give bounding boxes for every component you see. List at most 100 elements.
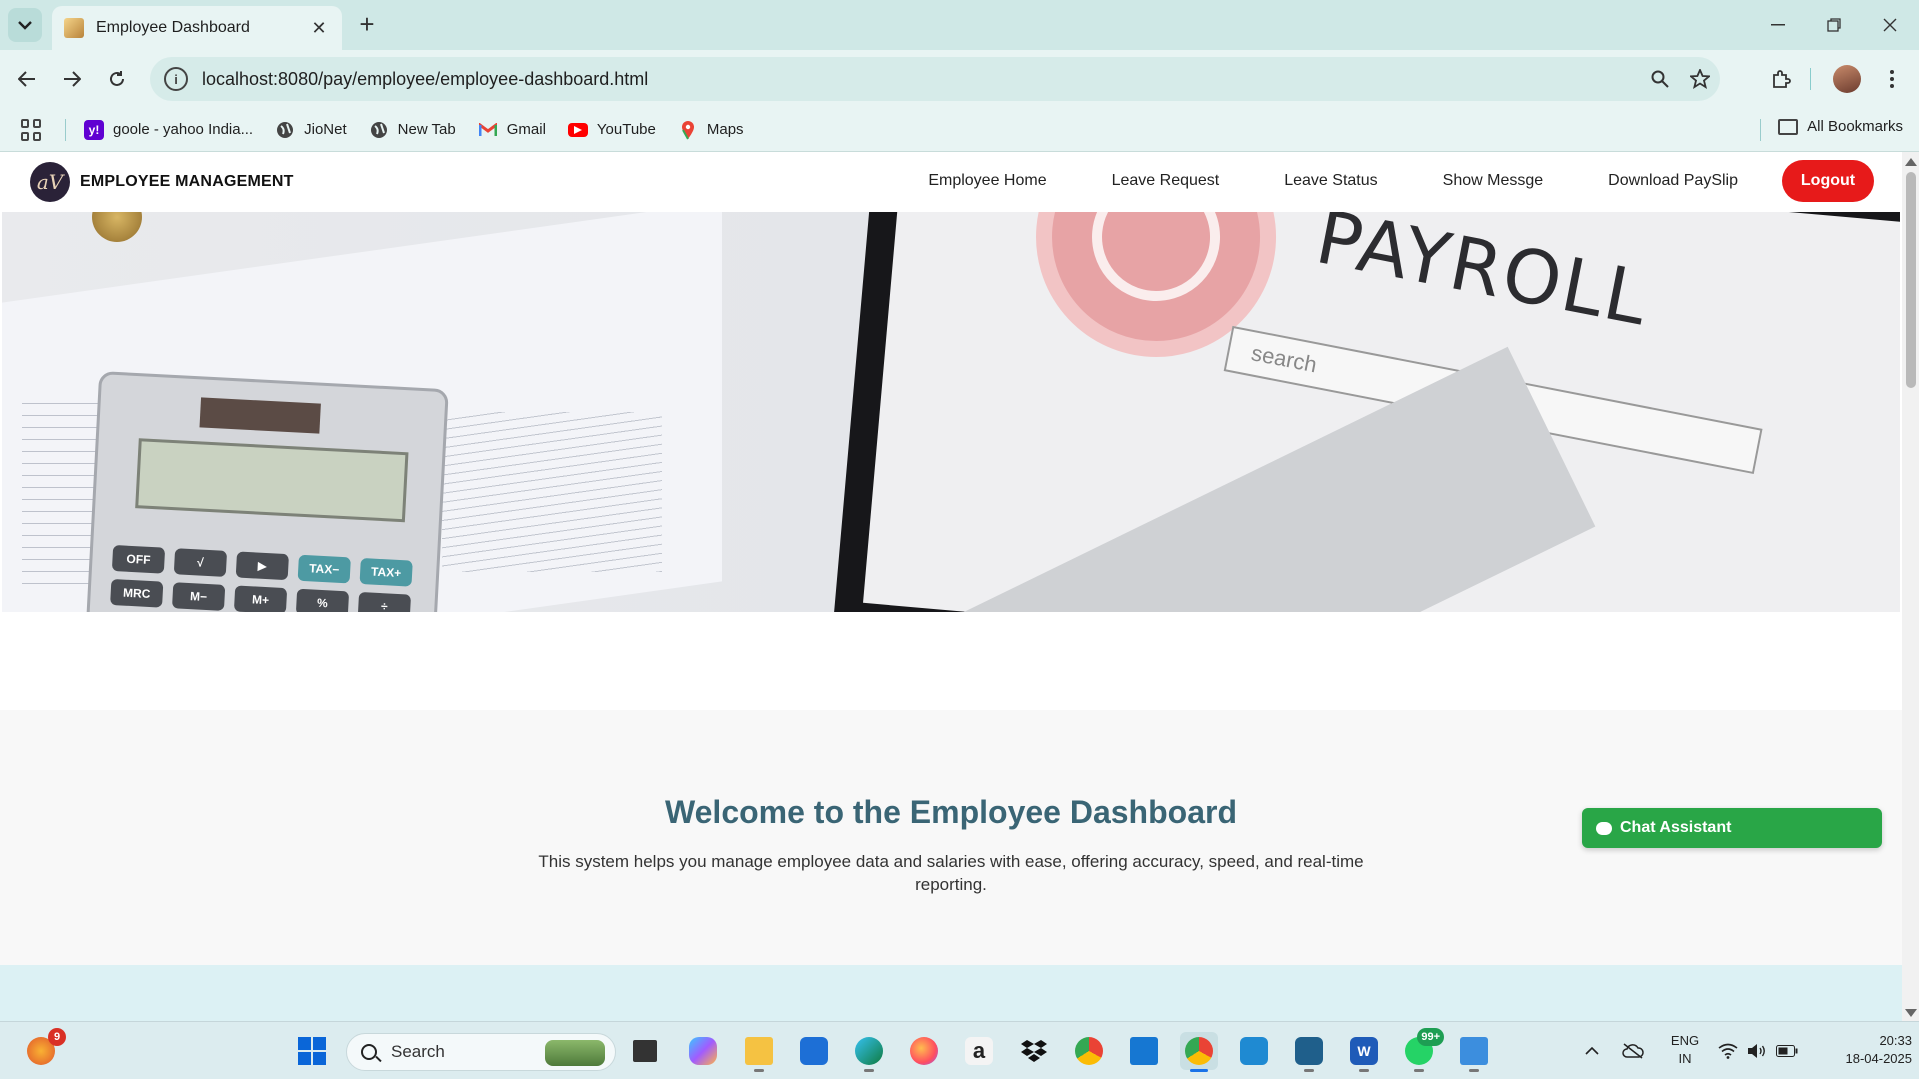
puzzle-icon xyxy=(1773,70,1791,88)
wifi-status[interactable] xyxy=(1716,1022,1740,1079)
all-bookmarks-button[interactable]: All Bookmarks xyxy=(1778,118,1903,135)
calculator-illustration: OFF √ ▶ TAX− TAX+ MRC M− M+ % ÷ xyxy=(85,371,449,612)
chat-assistant-button[interactable]: Chat Assistant xyxy=(1582,808,1882,848)
close-icon xyxy=(1883,18,1897,32)
scrollbar-thumb[interactable] xyxy=(1906,172,1916,388)
amazon-button[interactable]: a xyxy=(960,1032,998,1070)
all-bookmarks-label: All Bookmarks xyxy=(1807,118,1903,135)
scroll-up-arrow-icon[interactable] xyxy=(1905,158,1917,166)
extensions-button[interactable] xyxy=(1763,61,1799,97)
taskbar-search[interactable]: Search xyxy=(346,1033,616,1071)
calculator-key: √ xyxy=(173,548,228,577)
favicon-icon xyxy=(64,18,84,38)
zoom-icon[interactable] xyxy=(1640,61,1680,97)
chevron-up-icon xyxy=(1585,1047,1599,1055)
weather-widget[interactable]: 9 xyxy=(22,1028,66,1070)
apps-grid-icon[interactable] xyxy=(21,118,43,141)
chrome-button[interactable] xyxy=(1070,1032,1108,1070)
word-button[interactable]: W xyxy=(1345,1032,1383,1072)
bookmark-new-tab[interactable]: New Tab xyxy=(369,120,456,140)
reload-button[interactable] xyxy=(100,62,134,96)
logo[interactable]: aV xyxy=(30,162,70,202)
show-hidden-icons-button[interactable] xyxy=(1580,1022,1604,1079)
mysql-workbench-button[interactable] xyxy=(1290,1032,1328,1072)
toolbar-divider xyxy=(1810,68,1811,90)
page-scrollbar[interactable] xyxy=(1902,152,1919,1021)
nav-employee-home[interactable]: Employee Home xyxy=(928,172,1046,190)
close-window-button[interactable] xyxy=(1862,8,1918,42)
chevron-down-icon xyxy=(18,21,32,30)
notepad-button[interactable] xyxy=(1455,1032,1493,1072)
site-info-icon[interactable]: i xyxy=(164,67,188,91)
battery-status[interactable] xyxy=(1774,1022,1800,1079)
calculator-solar-panel xyxy=(199,397,321,434)
browser-tab-active[interactable]: Employee Dashboard ✕ xyxy=(52,6,342,50)
calculator-key: M− xyxy=(171,582,226,611)
firefox-button[interactable] xyxy=(905,1032,943,1070)
running-indicator xyxy=(1359,1069,1369,1072)
bookmark-star-icon[interactable] xyxy=(1680,61,1720,97)
features-section xyxy=(0,965,1902,1021)
chrome-profile-button[interactable] xyxy=(1180,1032,1218,1072)
edge-button[interactable] xyxy=(850,1032,888,1072)
task-view-button[interactable] xyxy=(626,1032,664,1070)
tab-search-button[interactable] xyxy=(8,8,42,42)
yahoo-icon: y! xyxy=(84,119,104,140)
restore-button[interactable] xyxy=(1806,8,1862,42)
active-indicator xyxy=(1190,1069,1208,1072)
bookmark-gmail[interactable]: Gmail xyxy=(478,120,546,140)
file-explorer-button[interactable] xyxy=(740,1032,778,1072)
globe-icon xyxy=(369,120,389,140)
whatsapp-button[interactable]: 99+ xyxy=(1400,1028,1444,1072)
copilot-button[interactable] xyxy=(684,1032,722,1070)
remote-desktop-button[interactable] xyxy=(1125,1032,1163,1070)
nav-leave-status[interactable]: Leave Status xyxy=(1284,172,1377,190)
back-button[interactable] xyxy=(10,62,44,96)
region-code: IN xyxy=(1678,1051,1692,1066)
language-code: ENG xyxy=(1670,1033,1700,1048)
menu-button[interactable] xyxy=(1874,61,1910,97)
bookmark-maps[interactable]: Maps xyxy=(678,120,744,140)
address-bar[interactable]: i localhost:8080/pay/employee/employee-d… xyxy=(150,57,1720,101)
nav-leave-request[interactable]: Leave Request xyxy=(1112,172,1220,190)
system-clock[interactable]: 20:33 18-04-2025 xyxy=(1812,1032,1913,1068)
paper-text-lines xyxy=(442,412,662,572)
url-text[interactable]: localhost:8080/pay/employee/employee-das… xyxy=(202,69,1640,90)
profile-button[interactable] xyxy=(1829,61,1865,97)
calculator-key: TAX− xyxy=(297,554,351,584)
calculator-key: MRC xyxy=(110,578,164,608)
start-button[interactable] xyxy=(293,1032,331,1070)
dropbox-button[interactable] xyxy=(1015,1032,1053,1070)
volume-status[interactable] xyxy=(1745,1022,1769,1079)
pen-icon xyxy=(92,212,142,242)
bookmark-yahoo[interactable]: y! goole - yahoo India... xyxy=(84,119,253,140)
search-highlight-image xyxy=(545,1040,605,1066)
new-tab-button[interactable]: + xyxy=(352,10,382,40)
minimize-button[interactable] xyxy=(1750,8,1806,42)
onedrive-status[interactable] xyxy=(1620,1022,1646,1079)
vscode-button[interactable] xyxy=(1235,1032,1273,1070)
clock-time: 20:33 xyxy=(1879,1033,1912,1048)
windows-taskbar: 9 Search a W 99+ ENG IN 20:33 18-04-2025 xyxy=(0,1021,1919,1079)
nav-show-message[interactable]: Show Messge xyxy=(1443,172,1544,190)
calculator-keys: OFF √ ▶ TAX− TAX+ MRC M− M+ % ÷ xyxy=(110,544,433,612)
calculator-key: ▶ xyxy=(235,551,289,581)
arrow-left-icon xyxy=(18,71,35,87)
calculator-key: M+ xyxy=(233,585,288,612)
bookmark-label: JioNet xyxy=(304,121,347,138)
scroll-down-arrow-icon[interactable] xyxy=(1905,1009,1917,1017)
bookmark-jionet[interactable]: JioNet xyxy=(275,120,347,140)
microsoft-store-button[interactable] xyxy=(795,1032,833,1070)
forward-button[interactable] xyxy=(55,62,89,96)
nav-download-payslip[interactable]: Download PaySlip xyxy=(1608,172,1738,190)
kebab-menu-icon xyxy=(1890,70,1894,88)
task-view-icon xyxy=(633,1040,657,1062)
bookmark-youtube[interactable]: YouTube xyxy=(567,121,656,138)
clock-date: 18-04-2025 xyxy=(1845,1051,1913,1066)
close-tab-icon[interactable]: ✕ xyxy=(308,18,330,39)
logout-button[interactable]: Logout xyxy=(1782,160,1874,202)
site-navbar: aV EMPLOYEE MANAGEMENT Employee Home Lea… xyxy=(0,152,1902,212)
copilot-icon xyxy=(689,1037,717,1065)
bookmark-label: YouTube xyxy=(596,121,656,138)
language-indicator[interactable]: ENG IN xyxy=(1665,1032,1705,1068)
